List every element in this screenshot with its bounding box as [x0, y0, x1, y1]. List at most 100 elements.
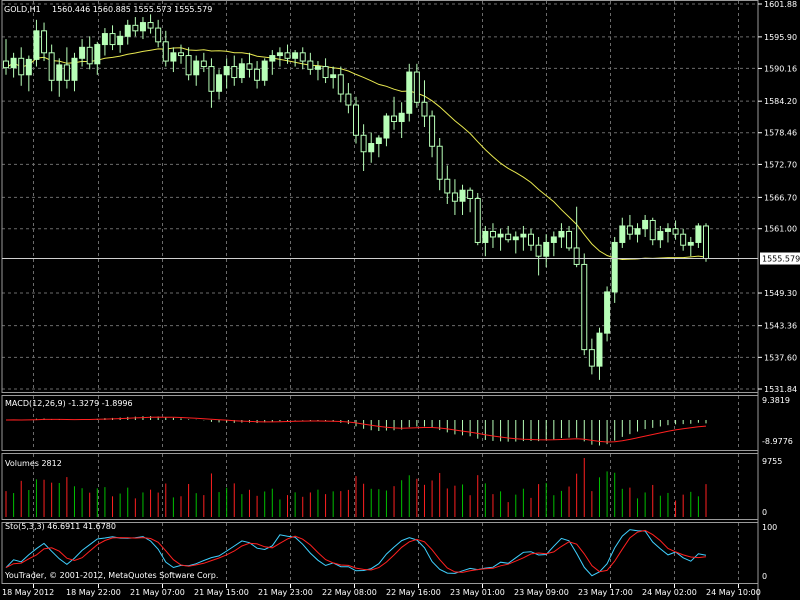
price-tick-label: 1595.90 [764, 33, 797, 42]
candle-body [208, 66, 215, 92]
candle-body [337, 74, 344, 95]
candle-body [436, 145, 443, 180]
time-tick-label: 18 May 22:00 [66, 588, 121, 597]
price-tick-label: 1590.16 [764, 64, 797, 73]
candle-body [489, 230, 496, 238]
price-tick-label: 1578.46 [764, 129, 797, 138]
candle-body [41, 30, 48, 54]
candle-body [451, 192, 458, 202]
candle-body [375, 137, 382, 145]
time-tick-label: 18 May 2012 [2, 588, 54, 597]
candle-body [261, 60, 268, 81]
candle-body [254, 68, 261, 81]
time-tick-label: 24 May 02:00 [642, 588, 697, 597]
candle-body [383, 115, 390, 139]
price-tick-label: 1601.88 [764, 0, 797, 9]
candle-body [642, 219, 649, 230]
candle-body [94, 44, 101, 65]
pane-border [1, 0, 759, 393]
candle-body [200, 60, 207, 68]
candle-body [588, 349, 595, 367]
candle-body [550, 236, 557, 243]
time-tick-label: 21 May 07:00 [130, 588, 185, 597]
candle-body [520, 233, 527, 238]
candle-body [18, 57, 25, 76]
candle-body [10, 57, 17, 69]
candle-body [330, 74, 337, 79]
time-tick-label: 21 May 15:00 [194, 588, 249, 597]
price-tick-label: 1561.00 [764, 225, 797, 234]
candle-body [117, 35, 124, 46]
candle-body [170, 52, 177, 62]
candle-body [132, 24, 139, 32]
candle-body [307, 60, 314, 70]
price-tick-label: 1543.36 [764, 322, 797, 331]
candle-body [238, 63, 245, 79]
volume-pane: 9755 0 [5, 457, 782, 517]
candle-body [497, 233, 504, 238]
price-tick-label: 1549.30 [764, 289, 797, 298]
candle-body [687, 241, 694, 246]
candle-body [147, 22, 154, 29]
candle-body [421, 101, 428, 117]
volume-tick-label: 9755 [762, 457, 782, 466]
candle-body [33, 30, 40, 60]
candle-body [604, 291, 611, 334]
candle-body [573, 247, 580, 265]
candle-body [634, 228, 641, 235]
candle-body [368, 143, 375, 153]
volumes-label: Volumes 2812 [5, 459, 62, 468]
candle-body [649, 219, 656, 241]
candle-body [413, 71, 420, 103]
candle-body [429, 115, 436, 147]
candle-body [353, 104, 359, 136]
candle-body [292, 52, 299, 59]
pane-border [1, 453, 759, 520]
time-tick-label: 22 May 16:00 [386, 588, 441, 597]
time-tick-label: 21 May 23:00 [258, 588, 313, 597]
candle-body [596, 332, 603, 367]
candle-body [528, 233, 534, 246]
chart-ohlc: 1560.446 1560.885 1555.573 1555.579 [52, 5, 212, 14]
trading-chart[interactable]: 1601.88 1595.90 1590.16 1584.20 1578.46 1572.… [0, 0, 800, 600]
candle-body [322, 66, 329, 79]
candle-body [216, 74, 223, 92]
chart-symbol: GOLD,H1 [4, 5, 41, 14]
candle-body [48, 52, 55, 81]
macd-label: MACD(12,26,9) -1.3279 -1.8996 [5, 399, 133, 408]
candle-body [276, 52, 283, 57]
candle-body [664, 228, 671, 232]
candle-body [101, 33, 108, 46]
candle-body [269, 55, 276, 62]
candle-body [231, 66, 238, 79]
ma-line [5, 47, 707, 261]
candle-body [109, 33, 116, 46]
candle-body [406, 71, 413, 114]
stochastic-main-line [5, 529, 707, 577]
candle-body [619, 225, 626, 243]
time-tick-label: 23 May 01:00 [450, 588, 505, 597]
copyright-text: YouTrader, © 2001-2012, MetaQuotes Softw… [4, 571, 218, 580]
macd-tick-label: 9.3819 [762, 396, 790, 405]
candle-body [695, 225, 702, 243]
price-tick-label: 1537.60 [764, 353, 797, 362]
time-tick-label: 22 May 08:00 [322, 588, 377, 597]
candle-body [505, 233, 512, 241]
candle-body [657, 230, 664, 241]
candle-body [223, 66, 230, 76]
candle-body [345, 93, 352, 106]
candle-body [79, 46, 86, 59]
candle-body [672, 228, 679, 235]
candle-body [246, 63, 253, 70]
stochastic-tick-label: 100 [762, 523, 777, 532]
candle-body [86, 46, 93, 65]
candle-body [284, 52, 291, 59]
candle-body [535, 244, 542, 257]
time-tick-label: 24 May 10:00 [706, 588, 761, 597]
candle-body [680, 233, 687, 246]
candle-body [360, 134, 367, 153]
moving-average [5, 47, 707, 261]
candle-body [391, 115, 398, 123]
time-tick-label: 23 May 09:00 [514, 588, 569, 597]
stochastic-tick-label: 0 [762, 572, 767, 581]
